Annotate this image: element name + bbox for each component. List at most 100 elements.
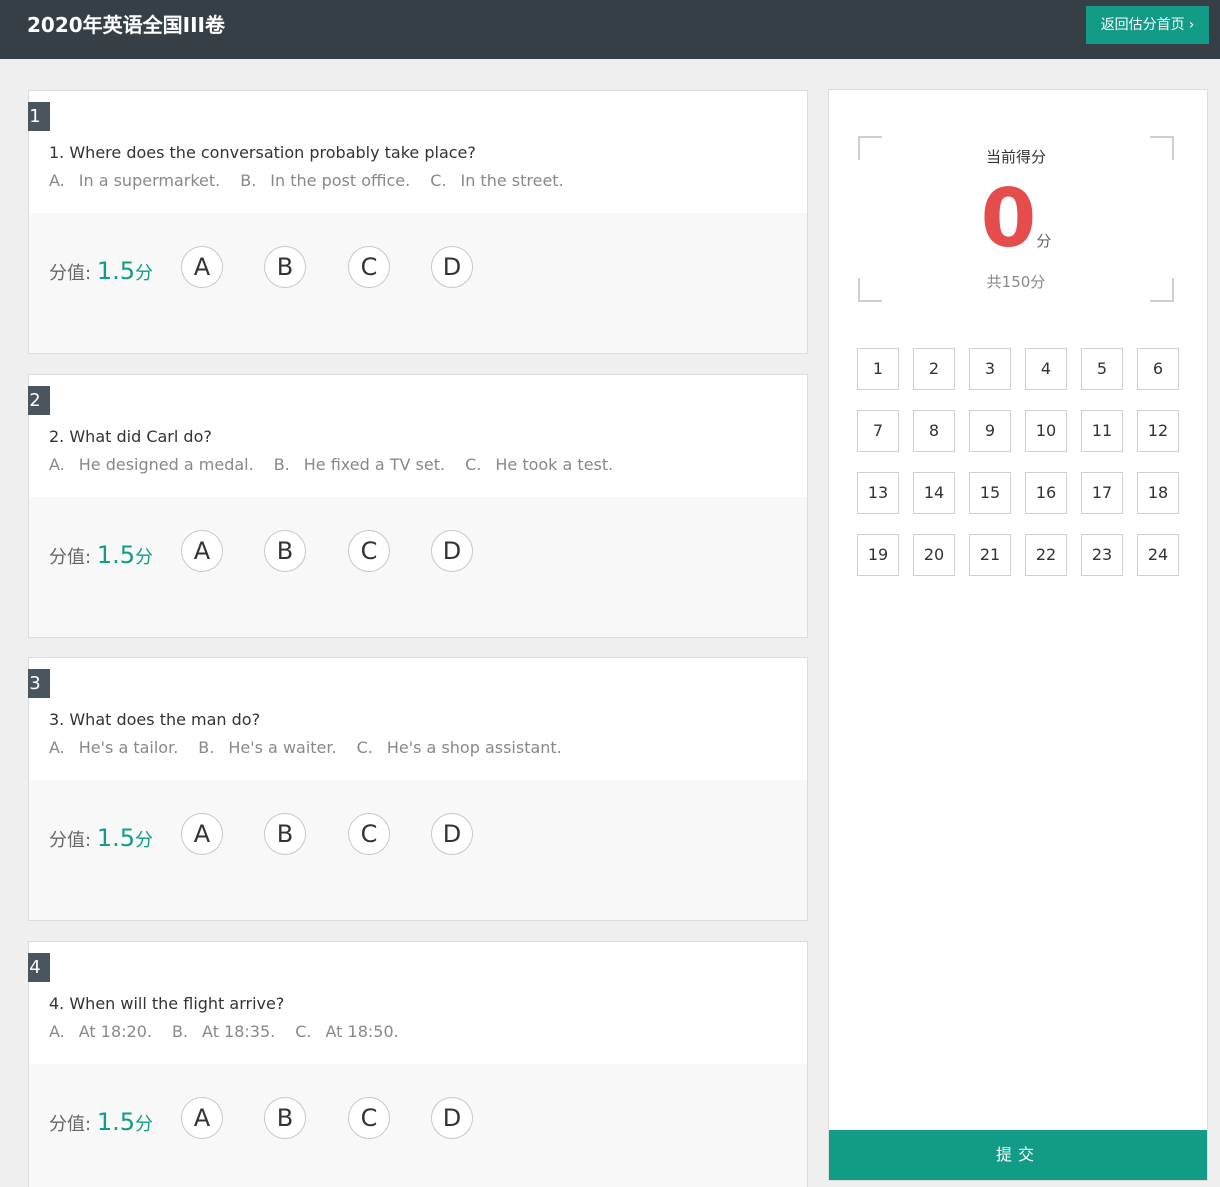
question-nav-cell[interactable]: 21 (969, 534, 1011, 576)
top-bar: 2020年英语全国III卷 返回估分首页 › (0, 0, 1220, 59)
question-nav-cell[interactable]: 8 (913, 410, 955, 452)
answer-area: 分值: 1.5分 A B C D (29, 213, 807, 353)
question-nav-cell[interactable]: 6 (1137, 348, 1179, 390)
chevron-right-icon: › (1188, 17, 1195, 33)
choice-button-a[interactable]: A (181, 813, 223, 855)
question-nav-cell[interactable]: 5 (1081, 348, 1123, 390)
option-letter: C. (430, 171, 447, 190)
choice-button-a[interactable]: A (181, 530, 223, 572)
choice-button-c[interactable]: C (348, 530, 390, 572)
option-text: In a supermarket. (78, 171, 221, 190)
choice-button-c[interactable]: C (348, 813, 390, 855)
choice-button-a[interactable]: A (181, 246, 223, 288)
option-item: C. In the street. (430, 171, 563, 190)
option-letter: B. (273, 455, 290, 474)
score-value-label: 分值: 1.5分 (49, 1108, 153, 1136)
question-text: 1. Where does the conversation probably … (49, 143, 476, 162)
choice-button-d[interactable]: D (431, 813, 473, 855)
question-options: A. In a supermarket. B. In the post office.… (49, 171, 584, 190)
question-nav-cell[interactable]: 20 (913, 534, 955, 576)
score-unit: 分 (134, 547, 153, 568)
question-nav-cell[interactable]: 17 (1081, 472, 1123, 514)
question-nav-cell[interactable]: 24 (1137, 534, 1179, 576)
option-text: At 18:35. (202, 1022, 276, 1041)
score-value: 1.5 (96, 1108, 135, 1136)
choice-button-d[interactable]: D (431, 530, 473, 572)
option-letter: A. (49, 738, 65, 757)
question-nav-cell[interactable]: 16 (1025, 472, 1067, 514)
score-value-label: 分值: 1.5分 (49, 541, 153, 569)
choice-button-d[interactable]: D (431, 1097, 473, 1139)
submit-button[interactable]: 提交 (829, 1130, 1207, 1180)
option-letter: A. (49, 171, 65, 190)
current-score-unit: 分 (1036, 232, 1052, 250)
choice-button-c[interactable]: C (348, 1097, 390, 1139)
option-letter: B. (240, 171, 257, 190)
score-label-text: 分值: (49, 1114, 92, 1135)
question-nav-cell[interactable]: 22 (1025, 534, 1067, 576)
score-label-text: 分值: (49, 830, 92, 851)
option-text: He fixed a TV set. (303, 455, 446, 474)
question-nav-cell[interactable]: 9 (969, 410, 1011, 452)
option-item: B. He fixed a TV set. (274, 455, 445, 474)
question-options: A. At 18:20. B. At 18:35. C. At 18:50. (49, 1022, 419, 1041)
answer-area: 分值: 1.5分 A B C D (29, 780, 807, 920)
question-nav-cell[interactable]: 23 (1081, 534, 1123, 576)
option-text: At 18:20. (78, 1022, 152, 1041)
question-number: 4 (28, 953, 50, 982)
question-list: 1 1. Where does the conversation probably… (28, 90, 808, 1187)
question-nav-cell[interactable]: 13 (857, 472, 899, 514)
answer-area: 分值: 1.5分 A B C D (29, 497, 807, 637)
question-number: 2 (28, 386, 50, 415)
score-unit: 分 (134, 1114, 153, 1135)
question-card: 2 2. What did Carl do? A. He designed a med… (28, 374, 808, 638)
question-number: 1 (28, 102, 50, 131)
question-options: A. He designed a medal. B. He fixed a TV se… (49, 455, 633, 474)
back-to-home-button[interactable]: 返回估分首页 › (1086, 6, 1209, 44)
question-nav-cell[interactable]: 3 (969, 348, 1011, 390)
option-letter: A. (49, 455, 65, 474)
question-nav-cell[interactable]: 11 (1081, 410, 1123, 452)
question-nav-cell[interactable]: 19 (857, 534, 899, 576)
current-score: 0分 (858, 174, 1174, 264)
option-letter: B. (198, 738, 215, 757)
question-nav-cell[interactable]: 7 (857, 410, 899, 452)
choice-button-b[interactable]: B (264, 813, 306, 855)
choice-button-b[interactable]: B (264, 246, 306, 288)
question-card: 1 1. Where does the conversation probably… (28, 90, 808, 354)
option-letter: B. (171, 1022, 189, 1041)
current-score-value: 0 (980, 172, 1037, 265)
question-number: 3 (28, 669, 50, 698)
question-nav-cell[interactable]: 2 (913, 348, 955, 390)
score-value-label: 分值: 1.5分 (49, 257, 153, 285)
score-label-text: 分值: (49, 263, 92, 284)
option-text: He's a waiter. (228, 738, 337, 757)
option-item: B. He's a waiter. (198, 738, 336, 757)
question-nav-cell[interactable]: 14 (913, 472, 955, 514)
question-card: 4 4. When will the flight arrive? A. At 18:… (28, 941, 808, 1187)
option-letter: C. (295, 1022, 312, 1041)
choice-button-c[interactable]: C (348, 246, 390, 288)
option-letter: A. (49, 1022, 65, 1041)
question-nav-cell[interactable]: 15 (969, 472, 1011, 514)
option-text: In the street. (460, 171, 564, 190)
choice-button-b[interactable]: B (264, 530, 306, 572)
option-item: B. In the post office. (240, 171, 410, 190)
score-frame: 当前得分 0分 共150分 (858, 136, 1174, 302)
choice-button-a[interactable]: A (181, 1097, 223, 1139)
score-value-label: 分值: 1.5分 (49, 824, 153, 852)
choice-button-d[interactable]: D (431, 246, 473, 288)
option-item: C. He's a shop assistant. (357, 738, 562, 757)
choice-button-b[interactable]: B (264, 1097, 306, 1139)
score-unit: 分 (134, 830, 153, 851)
score-unit: 分 (134, 263, 153, 284)
question-nav-cell[interactable]: 1 (857, 348, 899, 390)
option-item: B. At 18:35. (172, 1022, 275, 1041)
total-score: 共150分 (986, 273, 1046, 291)
question-nav-cell[interactable]: 4 (1025, 348, 1067, 390)
question-nav-cell[interactable]: 10 (1025, 410, 1067, 452)
option-text: He's a shop assistant. (386, 738, 562, 757)
question-nav-cell[interactable]: 12 (1137, 410, 1179, 452)
question-nav-cell[interactable]: 18 (1137, 472, 1179, 514)
score-value: 1.5 (96, 541, 135, 569)
